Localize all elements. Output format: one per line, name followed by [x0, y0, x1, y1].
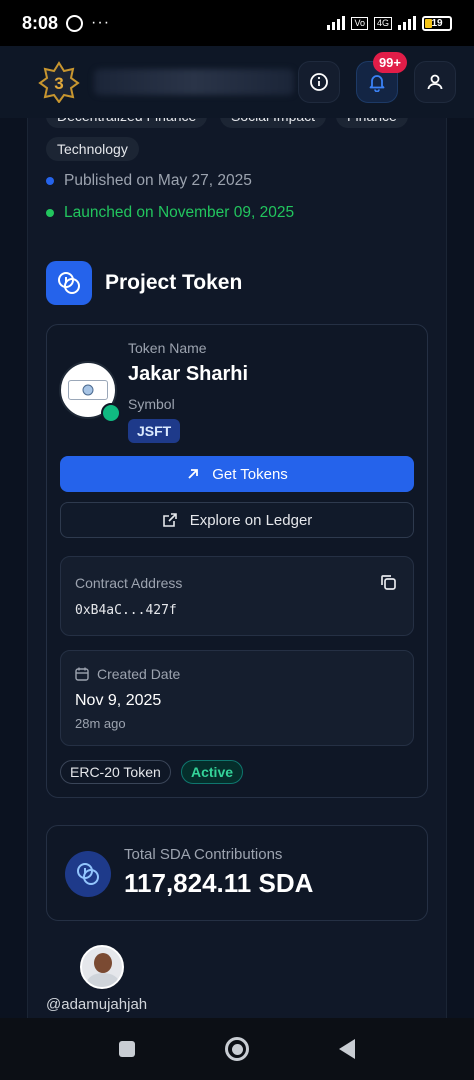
created-date-box: Created Date Nov 9, 2025 28m ago	[60, 650, 414, 746]
project-content: Decentralized Finance Social Impact Fina…	[0, 118, 474, 1018]
token-name-label: Token Name	[128, 340, 207, 356]
bell-icon	[369, 75, 385, 92]
copy-icon[interactable]	[379, 573, 397, 596]
recents-button[interactable]	[119, 1041, 135, 1057]
get-tokens-button[interactable]: Get Tokens	[60, 456, 414, 492]
signal-icon	[327, 16, 346, 30]
network-type: 4G	[373, 16, 392, 30]
created-label: Created Date	[97, 666, 181, 682]
launched-text: Launched on November 09, 2025	[64, 204, 295, 221]
whatsapp-icon	[66, 14, 84, 32]
launched-line: Launched on November 09, 2025	[46, 204, 294, 222]
volte-icon: Vo	[351, 16, 368, 30]
contributions-value: 117,824.11 SDA	[124, 868, 314, 898]
created-date: Nov 9, 2025	[75, 692, 162, 709]
arrow-up-right-icon	[186, 467, 200, 481]
notifications-button[interactable]: 99+	[356, 52, 407, 103]
verified-badge-icon	[101, 403, 121, 423]
published-text: Published on May 27, 2025	[64, 172, 252, 189]
token-card: Token Name Jakar Sharhi Symbol JSFT Get …	[46, 324, 428, 798]
get-tokens-label: Get Tokens	[212, 465, 288, 483]
coins-icon	[46, 261, 92, 305]
created-ago: 28m ago	[75, 716, 126, 731]
username[interactable]: @adamujahjah	[46, 996, 147, 1013]
explore-label: Explore on Ledger	[189, 511, 313, 529]
system-nav-bar	[0, 1018, 474, 1080]
contract-address: 0xB4aC...427f	[75, 603, 177, 618]
contributions-card: Total SDA Contributions 117,824.11 SDA	[46, 825, 428, 921]
contract-address-box: Contract Address 0xB4aC...427f	[60, 556, 414, 636]
symbol-label: Symbol	[128, 396, 175, 412]
app-header: 3 99+	[0, 46, 474, 118]
token-standard-badge: ERC-20 Token	[60, 760, 171, 784]
published-line: Published on May 27, 2025	[46, 172, 252, 190]
profile-button[interactable]	[414, 61, 456, 103]
blue-dot-icon	[46, 177, 54, 185]
tag-defi: Decentralized Finance	[46, 118, 208, 128]
status-bar: 8:08 ··· Vo 4G 19	[0, 0, 474, 46]
battery-icon: 19	[422, 15, 452, 31]
info-icon	[310, 73, 328, 91]
green-dot-icon	[46, 209, 54, 217]
coins-icon-2	[65, 851, 111, 897]
token-avatar	[59, 361, 121, 423]
tag-finance: Finance	[336, 118, 408, 128]
clock: 8:08	[22, 12, 59, 33]
home-button[interactable]	[225, 1037, 249, 1061]
token-name: Jakar Sharhi	[128, 363, 249, 385]
logo-icon[interactable]: 3	[38, 61, 80, 103]
symbol-badge: JSFT	[128, 419, 181, 443]
tag-technology: Technology	[46, 137, 139, 161]
user-avatar[interactable]	[80, 945, 124, 989]
user-icon	[427, 74, 443, 90]
calendar-icon	[75, 667, 89, 686]
contract-label: Contract Address	[75, 575, 183, 591]
section-header: Project Token	[46, 261, 242, 305]
info-button[interactable]	[298, 61, 340, 103]
external-link-icon	[162, 512, 178, 528]
contributions-label: Total SDA Contributions	[124, 846, 283, 863]
blurred-title	[94, 69, 294, 95]
battery-level: 19	[431, 17, 443, 29]
signal-icon-2	[398, 16, 416, 30]
svg-text:3: 3	[54, 74, 63, 93]
back-button[interactable]	[339, 1039, 355, 1059]
notification-badge: 99+	[372, 52, 407, 73]
explore-ledger-button[interactable]: Explore on Ledger	[60, 502, 414, 538]
more-notifications-icon: ···	[91, 14, 111, 31]
status-badge: Active	[181, 760, 244, 784]
section-title: Project Token	[105, 271, 243, 294]
tag-social-impact: Social Impact	[220, 118, 327, 128]
